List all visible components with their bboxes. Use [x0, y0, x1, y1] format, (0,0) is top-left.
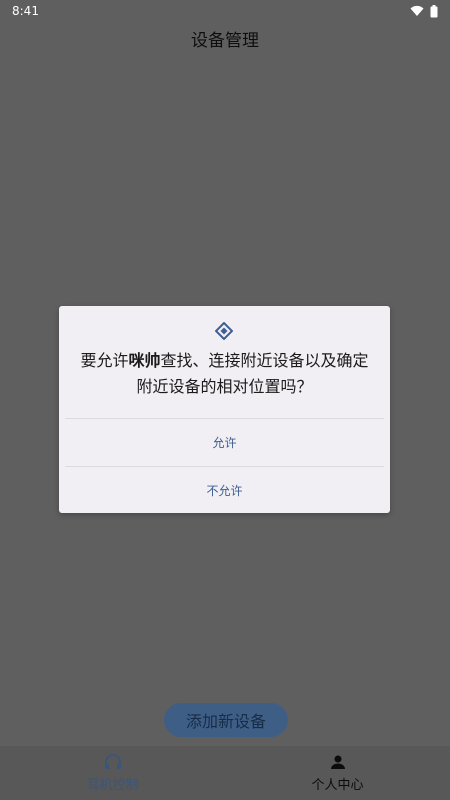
- nav-item-profile[interactable]: 个人中心: [225, 746, 450, 800]
- nav-label-headphone-control: 耳机控制: [86, 777, 139, 793]
- page-title: 设备管理: [191, 30, 259, 51]
- status-icons: [410, 4, 438, 18]
- status-time: 8:41: [12, 4, 39, 18]
- permission-dialog: 要允许咪帅查找、连接附近设备以及确定附近设备的相对位置吗？ 允许 不允许: [59, 306, 390, 513]
- dialog-message-suffix: 查找、连接附近设备以及确定附近设备的相对位置吗？: [136, 351, 369, 396]
- person-icon: [330, 755, 345, 769]
- allow-button[interactable]: 允许: [59, 419, 390, 465]
- nav-label-profile: 个人中心: [311, 777, 364, 793]
- headphones-icon: [104, 753, 121, 769]
- dialog-message: 要允许咪帅查找、连接附近设备以及确定附近设备的相对位置吗？: [75, 348, 374, 400]
- app-header: 设备管理: [0, 22, 450, 54]
- status-bar: 8:41: [0, 0, 450, 22]
- bottom-nav: 耳机控制 个人中心: [0, 746, 450, 800]
- battery-icon: [430, 4, 438, 17]
- add-device-button[interactable]: 添加新设备: [164, 703, 288, 737]
- dialog-app-name: 咪帅: [128, 351, 161, 370]
- dialog-message-prefix: 要允许: [80, 351, 129, 370]
- deny-button[interactable]: 不允许: [59, 467, 390, 513]
- wifi-icon: [410, 5, 424, 16]
- nav-item-headphone-control[interactable]: 耳机控制: [0, 746, 225, 800]
- nearby-devices-icon: [215, 322, 233, 340]
